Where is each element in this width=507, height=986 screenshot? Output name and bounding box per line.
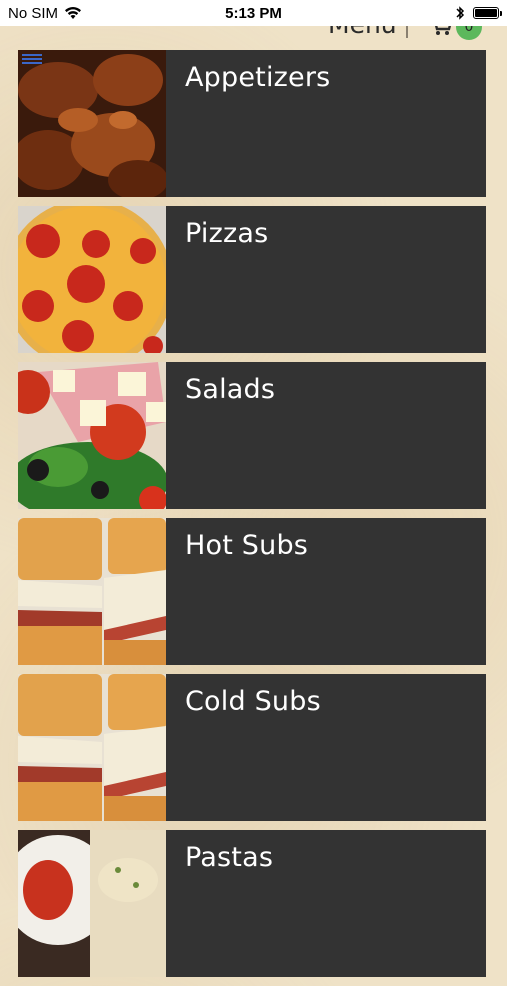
category-appetizers[interactable]: Appetizers bbox=[18, 50, 486, 197]
bluetooth-icon bbox=[456, 6, 465, 20]
category-image-pizzas bbox=[18, 206, 166, 353]
category-panel-cold-subs[interactable]: Cold Subs bbox=[166, 674, 486, 821]
category-image-appetizers bbox=[18, 50, 166, 197]
status-right bbox=[455, 5, 502, 21]
category-cold-subs[interactable]: Cold Subs bbox=[18, 674, 486, 821]
battery-icon bbox=[473, 7, 502, 19]
category-panel-appetizers[interactable]: Appetizers bbox=[166, 50, 486, 197]
hamburger-icon[interactable] bbox=[22, 54, 42, 64]
category-image-pastas bbox=[18, 830, 166, 977]
category-panel-salads[interactable]: Salads bbox=[166, 362, 486, 509]
category-salads[interactable]: Salads bbox=[18, 362, 486, 509]
category-list: Appetizers Pizzas Salads Hot Subs Cold S… bbox=[18, 50, 486, 986]
category-label: Pastas bbox=[185, 842, 274, 873]
category-label: Pizzas bbox=[185, 218, 269, 249]
category-panel-pizzas[interactable]: Pizzas bbox=[166, 206, 486, 353]
category-panel-pastas[interactable]: Pastas bbox=[166, 830, 486, 977]
status-bar: No SIM 5:13 PM bbox=[0, 0, 507, 26]
app-header: Menu 0 bbox=[0, 26, 507, 40]
category-panel-hot-subs[interactable]: Hot Subs bbox=[166, 518, 486, 665]
wifi-icon bbox=[65, 7, 82, 19]
status-left: No SIM bbox=[8, 5, 82, 22]
category-label: Cold Subs bbox=[185, 686, 321, 717]
cart-count-badge[interactable]: 0 bbox=[456, 26, 482, 40]
category-label: Hot Subs bbox=[185, 530, 309, 561]
category-image-salads bbox=[18, 362, 166, 509]
cart-icon[interactable] bbox=[428, 26, 454, 38]
page-title: Menu bbox=[328, 26, 397, 39]
category-pizzas[interactable]: Pizzas bbox=[18, 206, 486, 353]
category-image-cold-subs bbox=[18, 674, 166, 821]
header-divider bbox=[406, 26, 408, 38]
category-image-hot-subs bbox=[18, 518, 166, 665]
category-label: Salads bbox=[185, 374, 276, 405]
category-hot-subs[interactable]: Hot Subs bbox=[18, 518, 486, 665]
category-label: Appetizers bbox=[185, 62, 331, 93]
category-pastas[interactable]: Pastas bbox=[18, 830, 486, 977]
carrier-label: No SIM bbox=[8, 4, 59, 22]
